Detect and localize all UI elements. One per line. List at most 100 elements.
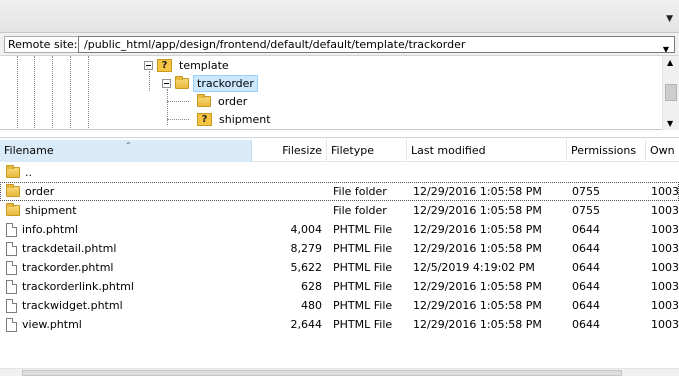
table-row[interactable]: trackwidget.phtml 480 PHTML File 12/29/2… [0,296,679,315]
table-row[interactable]: trackorderlink.phtml 628 PHTML File 12/2… [0,277,679,296]
tree-guide-line [17,56,18,129]
tree-guide-line [149,71,150,91]
file-icon [6,317,17,332]
file-permissions: 0644 [572,261,600,274]
file-name-cell: view.phtml [6,315,251,334]
column-header-label: Filetype [331,144,374,157]
file-name-cell: trackdetail.phtml [6,239,251,258]
file-permissions: 0755 [572,185,600,198]
folder-icon [197,94,211,107]
scrollbar-thumb[interactable] [665,84,677,101]
horizontal-scrollbar[interactable] [0,368,679,376]
file-name-cell: shipment [6,201,251,220]
tree-node-template[interactable]: ? template [144,57,232,74]
file-permissions: 0644 [572,242,600,255]
file-type: File folder [333,204,387,217]
scroll-up-icon[interactable]: ▲ [667,58,673,67]
file-owner: 1003 [651,223,679,236]
file-modified: 12/29/2016 1:05:58 PM [413,299,542,312]
file-modified: 12/29/2016 1:05:58 PM [413,318,542,331]
column-header-label: Own [650,144,675,157]
table-row[interactable]: view.phtml 2,644 PHTML File 12/29/2016 1… [0,315,679,334]
collapse-icon[interactable] [162,79,171,88]
tree-node-shipment[interactable]: ? shipment [197,111,274,128]
column-header-filesize[interactable]: Filesize [252,140,327,162]
toolbar-strip: ▼ [0,0,679,33]
remote-site-label: Remote site: [4,36,82,53]
table-row[interactable]: trackorder.phtml 5,622 PHTML File 12/5/2… [0,258,679,277]
file-permissions: 0644 [572,299,600,312]
tree-node-label: template [179,59,229,72]
folder-icon [175,76,189,89]
file-size: 8,279 [290,242,323,255]
column-header-owner[interactable]: Own [646,140,679,162]
file-rows: .. order File folder 12/29/2016 1:05:58 … [0,163,679,334]
file-name: info.phtml [22,223,78,236]
collapse-icon[interactable] [144,61,153,70]
remote-site-bar: Remote site: /public_html/app/design/fro… [0,33,679,56]
file-name: trackdetail.phtml [22,242,117,255]
table-row[interactable]: order File folder 12/29/2016 1:05:58 PM … [0,182,679,201]
file-name: order [25,185,55,198]
file-name-cell: info.phtml [6,220,251,239]
file-size: 5,622 [290,261,323,274]
file-modified: 12/5/2019 4:19:02 PM [413,261,535,274]
table-row[interactable]: trackdetail.phtml 8,279 PHTML File 12/29… [0,239,679,258]
file-name: trackorderlink.phtml [22,280,134,293]
table-row[interactable]: shipment File folder 12/29/2016 1:05:58 … [0,201,679,220]
tree-node-trackorder[interactable]: trackorder [162,75,258,92]
column-header-filename[interactable]: ⌃ Filename [0,140,252,162]
file-size: 4,004 [290,223,323,236]
folder-icon [6,203,20,216]
file-type: PHTML File [333,280,393,293]
question-folder-icon: ? [197,113,212,126]
tree-node-order[interactable]: order [197,93,250,110]
table-row[interactable]: info.phtml 4,004 PHTML File 12/29/2016 1… [0,220,679,239]
file-size: 2,644 [290,318,323,331]
file-name: .. [25,166,32,179]
file-modified: 12/29/2016 1:05:58 PM [413,204,542,217]
file-modified: 12/29/2016 1:05:58 PM [413,223,542,236]
column-header-label: Permissions [571,144,637,157]
file-icon [6,298,17,313]
tree-node-label: shipment [219,113,271,126]
column-header-filetype[interactable]: Filetype [327,140,407,162]
table-row-parent[interactable]: .. [0,163,679,182]
tree-guide-line [167,101,189,102]
file-icon [6,241,17,256]
file-name-cell: trackwidget.phtml [6,296,251,315]
remote-path-input[interactable]: /public_html/app/design/frontend/default… [78,36,675,53]
file-modified: 12/29/2016 1:05:58 PM [413,242,542,255]
tree-scrollbar[interactable]: ▲ ▼ [662,56,679,130]
file-type: PHTML File [333,299,393,312]
file-owner: 1003 [651,261,679,274]
scroll-down-icon[interactable]: ▼ [667,119,673,128]
column-header-label: Last modified [411,144,486,157]
tree-guide-line [70,56,71,129]
file-size: 628 [301,280,322,293]
tree-guide-line [167,119,189,120]
file-list: ⌃ Filename Filesize Filetype Last modifi… [0,137,679,376]
file-type: File folder [333,185,387,198]
file-owner: 1003 [651,185,679,198]
file-modified: 12/29/2016 1:05:58 PM [413,185,542,198]
file-owner: 1003 [651,204,679,217]
column-header-last-modified[interactable]: Last modified [407,140,567,162]
remote-path-text: /public_html/app/design/frontend/default… [84,38,466,51]
dropdown-arrow-icon[interactable]: ▼ [666,14,673,24]
directory-tree[interactable]: ? template trackorder order ? shipment [0,56,679,130]
column-header-permissions[interactable]: Permissions [567,140,646,162]
file-name: shipment [25,204,77,217]
file-icon [6,279,17,294]
file-size: 480 [301,299,322,312]
chevron-down-icon[interactable]: ▼ [663,43,669,52]
file-name-cell: trackorder.phtml [6,258,251,277]
question-folder-icon: ? [157,59,172,72]
file-name-cell: .. [6,163,251,182]
tree-guide-line [52,56,53,129]
file-name: trackwidget.phtml [22,299,123,312]
file-owner: 1003 [651,242,679,255]
scrollbar-thumb[interactable] [22,370,622,376]
column-header-label: Filename [4,144,54,157]
file-type: PHTML File [333,242,393,255]
